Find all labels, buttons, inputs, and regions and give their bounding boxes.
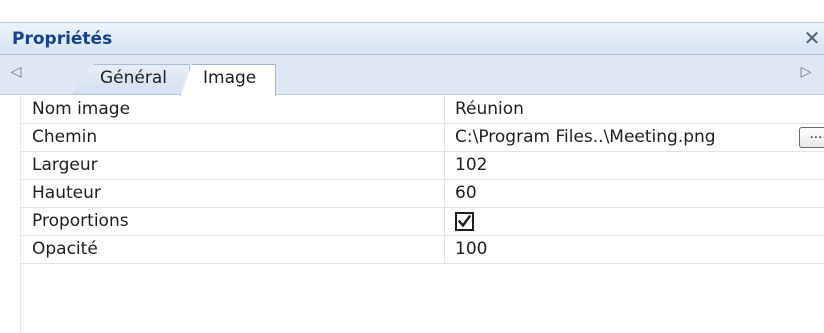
property-value-cell[interactable] (444, 208, 824, 235)
tab-general[interactable]: Général (72, 64, 190, 94)
property-name: Opacité (32, 239, 98, 259)
tab-strip: ◁ Général Image ▷ (0, 55, 824, 96)
property-value: 60 (455, 183, 477, 203)
checkmark-icon (458, 215, 471, 228)
property-name: Nom image (32, 99, 131, 119)
panel-title: Propriétés (12, 29, 113, 49)
grid-gutter (0, 96, 20, 333)
property-row-proportions[interactable]: Proportions (20, 208, 824, 236)
browse-button[interactable]: ... (799, 127, 824, 148)
property-name: Chemin (32, 127, 98, 147)
property-row-opacite[interactable]: Opacité 100 (20, 236, 824, 264)
property-row-chemin[interactable]: Chemin C:\Program Files..\Meeting.png ..… (20, 124, 824, 152)
properties-panel: Propriétés ✕ ◁ Général Image ▷ Nom image… (0, 0, 824, 333)
tab-image[interactable]: Image (180, 64, 276, 96)
property-value: C:\Program Files..\Meeting.png (455, 127, 716, 147)
property-name: Proportions (32, 211, 129, 231)
property-value-cell[interactable]: 60 (444, 180, 824, 207)
property-name: Hauteur (32, 183, 101, 203)
close-icon[interactable]: ✕ (802, 27, 822, 49)
property-row-nom-image[interactable]: Nom image Réunion (20, 96, 824, 124)
property-value-cell[interactable]: Réunion (444, 96, 824, 123)
tab-general-label: Général (100, 68, 167, 88)
property-row-largeur[interactable]: Largeur 102 (20, 152, 824, 180)
tab-image-label: Image (203, 68, 257, 88)
property-row-hauteur[interactable]: Hauteur 60 (20, 180, 824, 208)
property-name: Largeur (32, 155, 98, 175)
property-value-cell[interactable]: C:\Program Files..\Meeting.png ... (444, 124, 824, 151)
property-value: 100 (455, 239, 488, 259)
property-value-cell[interactable]: 100 (444, 236, 824, 263)
panel-title-bar: Propriétés ✕ (0, 22, 824, 55)
proportions-checkbox[interactable] (455, 212, 474, 231)
property-value-cell[interactable]: 102 (444, 152, 824, 179)
scroll-left-icon[interactable]: ◁ (8, 61, 24, 83)
property-value: 102 (455, 155, 488, 175)
scroll-right-icon[interactable]: ▷ (798, 61, 814, 83)
property-value: Réunion (455, 99, 524, 119)
